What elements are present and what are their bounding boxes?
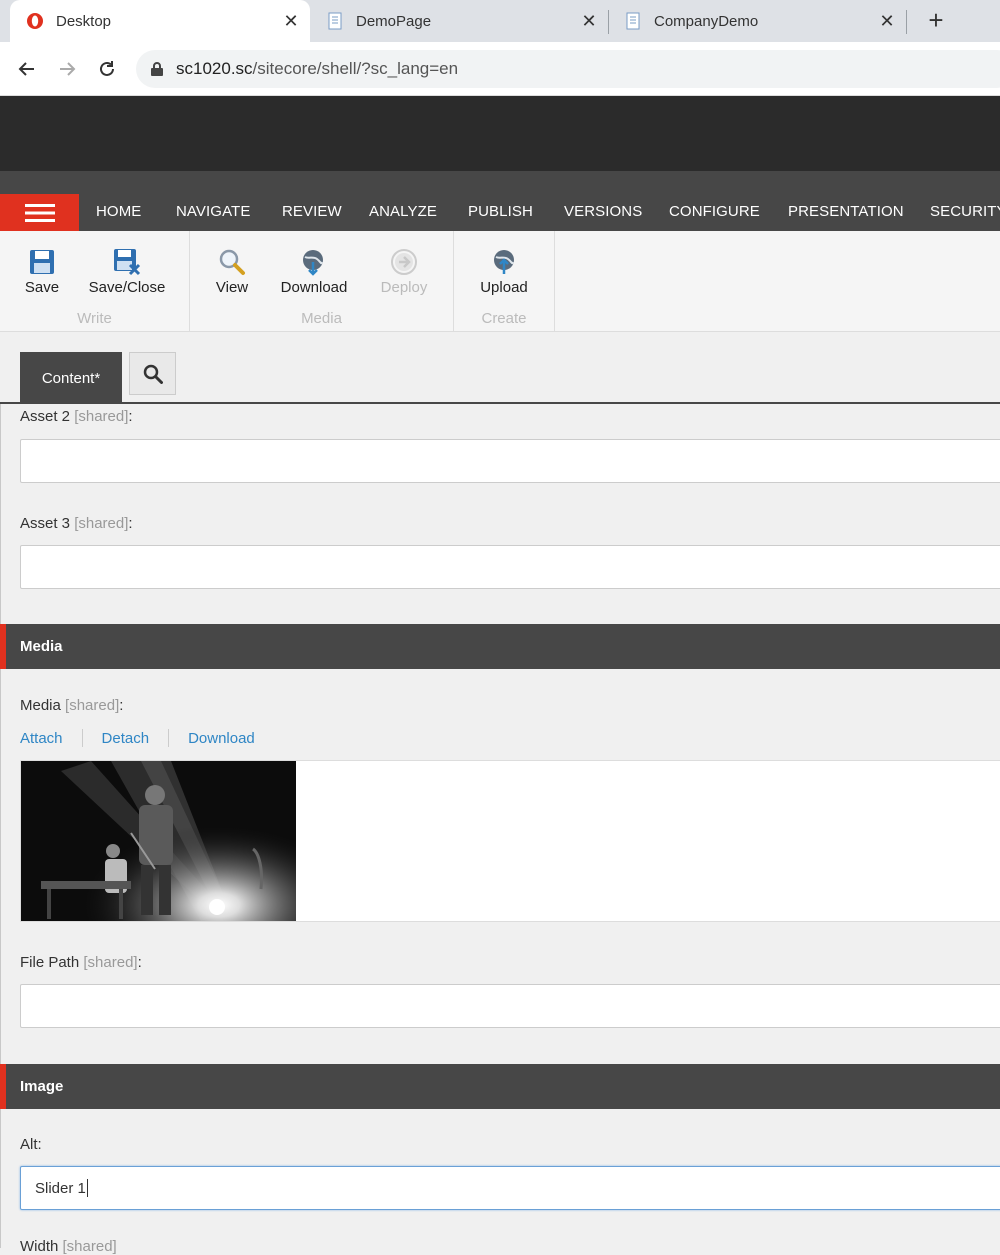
ribbon-tab-publish[interactable]: PUBLISH [468,203,533,220]
deploy-arrow-icon [391,249,417,275]
close-icon[interactable]: ✕ [280,11,302,32]
download-button[interactable]: Download [274,245,354,296]
link-divider [168,729,170,747]
search-button[interactable] [129,352,176,395]
download-link[interactable]: Download [188,730,255,747]
ribbon-toolbar: Save Save/Close Write View Download Depl… [0,231,1000,332]
attach-link[interactable]: Attach [20,730,63,747]
hamburger-menu-icon[interactable] [0,194,79,231]
ribbon-tab-bar: HOME NAVIGATE REVIEW ANALYZE PUBLISH VER… [0,171,1000,231]
close-icon[interactable]: ✕ [578,11,600,32]
save-button[interactable]: Save [16,245,68,296]
browser-tab-companydemo[interactable]: CompanyDemo ✕ [608,0,906,42]
view-button[interactable]: View [208,245,256,296]
ribbon-group-create: Upload Create [454,231,555,331]
ribbon-tab-configure[interactable]: CONFIGURE [669,203,760,220]
browser-tab-demopage[interactable]: DemoPage ✕ [310,0,608,42]
ribbon-group-label: Write [77,310,112,327]
ribbon-group-label: Media [301,310,342,327]
media-preview [20,760,1000,922]
editor-left-border [0,404,1,1248]
ribbon-group-write: Save Save/Close Write [0,231,190,331]
section-header-media[interactable]: Media [0,624,1000,669]
url-text: sc1020.sc/sitecore/shell/?sc_lang=en [176,59,459,78]
url-input[interactable]: sc1020.sc/sitecore/shell/?sc_lang=en [136,50,1000,88]
browser-tab-title: DemoPage [356,12,432,30]
save-close-button[interactable]: Save/Close [86,245,168,296]
deploy-button[interactable]: Deploy [372,245,436,296]
alt-input[interactable]: Slider 1 [20,1166,1000,1210]
asset3-input[interactable] [20,545,1000,589]
media-actions: Attach Detach Download [20,728,255,748]
asset2-input[interactable] [20,439,1000,483]
upload-button[interactable]: Upload [468,245,540,296]
ribbon-group-label: Create [481,310,527,327]
ribbon-tab-home[interactable]: HOME [96,203,141,220]
forward-arrow-icon[interactable] [52,54,82,84]
asset3-label: Asset 3 [shared]: [20,515,133,532]
magnifier-icon [219,249,245,275]
tab-content[interactable]: Content* [20,352,122,404]
back-arrow-icon[interactable] [12,54,42,84]
address-bar: sc1020.sc/sitecore/shell/?sc_lang=en [0,42,1000,96]
concert-thumbnail[interactable] [21,761,296,921]
page-icon [328,12,342,30]
link-divider [81,729,83,747]
alt-label: Alt: [20,1136,42,1153]
media-label: Media [shared]: [20,697,124,714]
asset2-label: Asset 2 [shared]: [20,408,133,425]
editor-tabs: Content* [0,332,1000,404]
ribbon-tab-review[interactable]: REVIEW [282,203,342,220]
tab-divider [906,10,907,34]
close-icon[interactable]: ✕ [876,11,898,32]
save-icon [30,250,54,274]
lock-icon [151,62,163,76]
ribbon-tab-analyze[interactable]: ANALYZE [369,203,437,220]
ribbon-group-media: View Download Deploy Media [190,231,454,331]
opera-icon [27,13,43,29]
new-tab-plus-icon[interactable]: + [921,6,951,36]
ribbon-tab-presentation[interactable]: PRESENTATION [788,203,904,220]
detach-link[interactable]: Detach [102,730,150,747]
text-caret [86,1179,88,1197]
page-icon [626,12,640,30]
search-icon [143,364,163,384]
file-path-label: File Path [shared]: [20,954,142,971]
globe-upload-icon [494,250,514,274]
browser-tab-desktop[interactable]: Desktop ✕ [10,0,310,42]
browser-tabstrip: Desktop ✕ DemoPage ✕ CompanyDemo ✕ + [0,0,1000,42]
browser-tab-title: Desktop [56,12,112,30]
width-label: Width [shared] [20,1238,117,1255]
section-header-image[interactable]: Image [0,1064,1000,1109]
sitecore-header [0,96,1000,171]
reload-icon[interactable] [92,54,122,84]
ribbon-tab-navigate[interactable]: NAVIGATE [176,203,250,220]
ribbon-tab-security[interactable]: SECURITY [930,203,1000,220]
ribbon-tab-versions[interactable]: VERSIONS [564,203,642,220]
globe-download-icon [303,250,323,276]
browser-tab-title: CompanyDemo [654,12,759,30]
save-close-icon [114,249,141,276]
file-path-input[interactable] [20,984,1000,1028]
